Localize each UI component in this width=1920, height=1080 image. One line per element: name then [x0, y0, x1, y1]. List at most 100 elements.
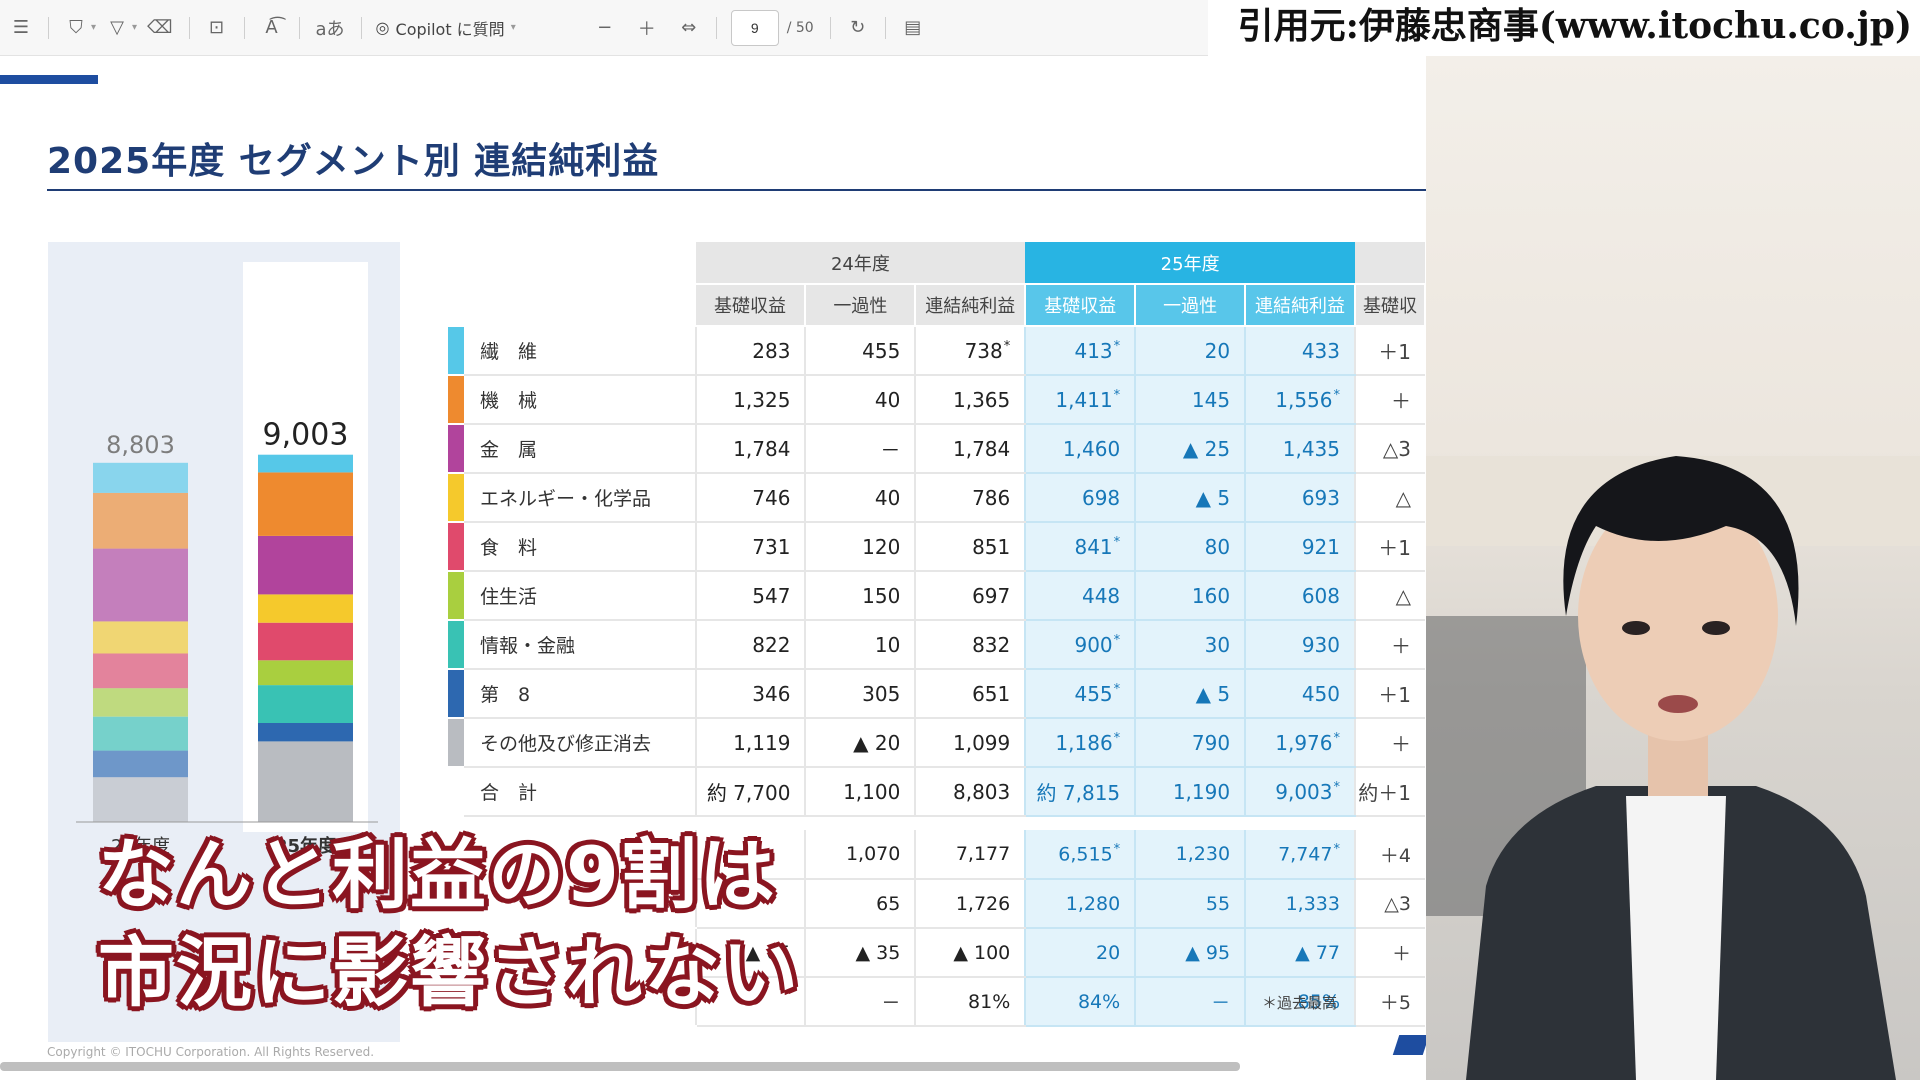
table-cell: 1,556* — [1244, 375, 1355, 425]
column-header: 一過性 — [1135, 284, 1247, 327]
cell-value: 448 — [1081, 583, 1121, 608]
cell-value: 697 — [972, 583, 1011, 608]
eraser-icon[interactable]: ⌫ — [143, 11, 176, 45]
cell-value: 832 — [972, 632, 1011, 657]
textbox-icon[interactable]: ⊡ — [202, 11, 232, 45]
table-cell: 305 — [804, 669, 916, 719]
bar-segment — [258, 594, 353, 623]
cell-value: 547 — [752, 583, 791, 608]
translate-icon[interactable]: aあ — [312, 11, 349, 45]
cell-value: 433 — [1301, 338, 1340, 363]
table-cell: ▲ 5 — [1134, 669, 1246, 719]
table-cell: 40 — [804, 375, 916, 425]
table-row: 機 械 1,325 40 1,365 1,411* 145 1,556* ＋ — [448, 375, 1425, 425]
segment-name: 繊 維 — [463, 326, 696, 376]
copilot-button[interactable]: ◎ Copilot に質問 ▾ — [368, 16, 524, 40]
table-cell: 841* — [1024, 522, 1136, 572]
table-cell: 651 — [914, 669, 1026, 719]
toolbar-divider — [360, 16, 362, 39]
table-cell: 約 7,700 — [694, 767, 806, 817]
table-cell: ＋5 — [1354, 977, 1425, 1027]
bar-segment — [93, 716, 188, 751]
copilot-icon: ◎ — [375, 18, 390, 37]
table-cell: △ — [1354, 571, 1425, 621]
cell-value: 822 — [752, 632, 791, 657]
presenter-video — [1426, 56, 1920, 1080]
cell-value: ＋ — [1391, 389, 1411, 413]
toolbar-divider — [48, 16, 49, 39]
table-cell: 8,803 — [914, 767, 1026, 817]
zoom-in-icon[interactable]: ＋ — [632, 11, 662, 45]
bar-total-label: 8,803 — [106, 431, 175, 459]
bar-segment — [258, 472, 353, 536]
table-cell: 547 — [694, 571, 806, 621]
title-rule — [47, 189, 1426, 191]
cell-value: ▲ 95 — [1185, 941, 1231, 964]
highlight-icon[interactable]: ⛉ — [61, 11, 91, 45]
cell-value: 900 — [1074, 632, 1113, 657]
table-cell: 6,515* — [1024, 830, 1136, 880]
chevron-down-icon[interactable]: ▾ — [91, 22, 96, 33]
column-header: 基礎収益 — [695, 284, 807, 327]
cell-value: 1,280 — [1065, 892, 1121, 915]
cell-value: 1,365 — [952, 387, 1011, 412]
cell-value: 413 — [1074, 338, 1113, 363]
table-cell: 約 7,815 — [1024, 767, 1136, 817]
cell-value: 608 — [1301, 583, 1340, 608]
copilot-label: Copilot に質問 — [395, 19, 505, 39]
toolbar-divider — [715, 16, 717, 39]
segment-name: その他及び修正消去 — [463, 718, 696, 768]
cell-value: 450 — [1301, 681, 1340, 706]
chevron-down-icon[interactable]: ▾ — [132, 22, 137, 33]
table-cell: 160 — [1134, 571, 1246, 621]
read-aloud-icon[interactable]: A͡ — [257, 11, 287, 45]
segment-name: 第 8 — [463, 669, 696, 719]
table-cell: 608 — [1244, 571, 1355, 621]
cell-value: 20 — [1204, 338, 1231, 363]
cell-value: ▲ 20 — [853, 730, 901, 755]
cell-value: 1,230 — [1175, 843, 1231, 865]
column-header: 連結純利益 — [915, 284, 1027, 327]
presenter-figure — [1426, 456, 1920, 1080]
bar-segment — [258, 723, 353, 742]
menu-icon[interactable]: ☰ — [6, 11, 36, 45]
table-cell: △ — [1354, 473, 1425, 523]
cell-value: 1,726 — [955, 892, 1011, 915]
bar-segment — [93, 688, 188, 717]
table-cell: 283 — [694, 326, 806, 376]
rotate-icon[interactable]: ↻ — [843, 11, 873, 45]
page-number-input[interactable] — [730, 9, 779, 46]
record-high-mark: * — [1113, 338, 1121, 354]
cell-value: △3 — [1382, 436, 1411, 461]
cell-value: 約 7,700 — [706, 781, 791, 805]
table-cell: 7,747* — [1244, 830, 1355, 880]
record-high-mark: * — [1113, 534, 1121, 550]
table-cell: 790 — [1134, 718, 1246, 768]
cell-value: 9,003 — [1275, 779, 1333, 804]
zoom-out-icon[interactable]: − — [590, 11, 620, 45]
cell-value: 305 — [862, 681, 901, 706]
table-cell: 1,435 — [1244, 424, 1355, 474]
segment-name: 機 械 — [463, 375, 696, 425]
cell-value: 1,099 — [952, 730, 1011, 755]
cell-value: 930 — [1301, 632, 1340, 657]
cell-value: 1,325 — [733, 387, 791, 412]
record-high-mark: * — [1113, 842, 1121, 858]
copyright: Copyright © ITOCHU Corporation. All Righ… — [47, 1045, 375, 1059]
filter-icon[interactable]: ▽ — [102, 11, 132, 45]
cell-value: ▲ 77 — [1295, 941, 1340, 964]
table-cell: 1,784 — [914, 424, 1026, 474]
cell-value: 786 — [972, 485, 1011, 510]
horizontal-scrollbar[interactable] — [0, 1062, 1240, 1071]
itochu-logo-mark — [1392, 1035, 1426, 1055]
segment-name: 金 属 — [463, 424, 696, 474]
table-cell: 731 — [694, 522, 806, 572]
cell-value: 1,186 — [1055, 730, 1113, 755]
segment-swatch — [448, 620, 464, 670]
cell-value: 7,747 — [1278, 843, 1333, 866]
page-view-icon[interactable]: ▤ — [898, 11, 928, 45]
fit-width-icon[interactable]: ⇔ — [674, 11, 704, 45]
table-cell: ＋ — [1354, 718, 1425, 768]
table-cell: △3 — [1354, 424, 1425, 474]
cell-value: 10 — [874, 632, 901, 657]
